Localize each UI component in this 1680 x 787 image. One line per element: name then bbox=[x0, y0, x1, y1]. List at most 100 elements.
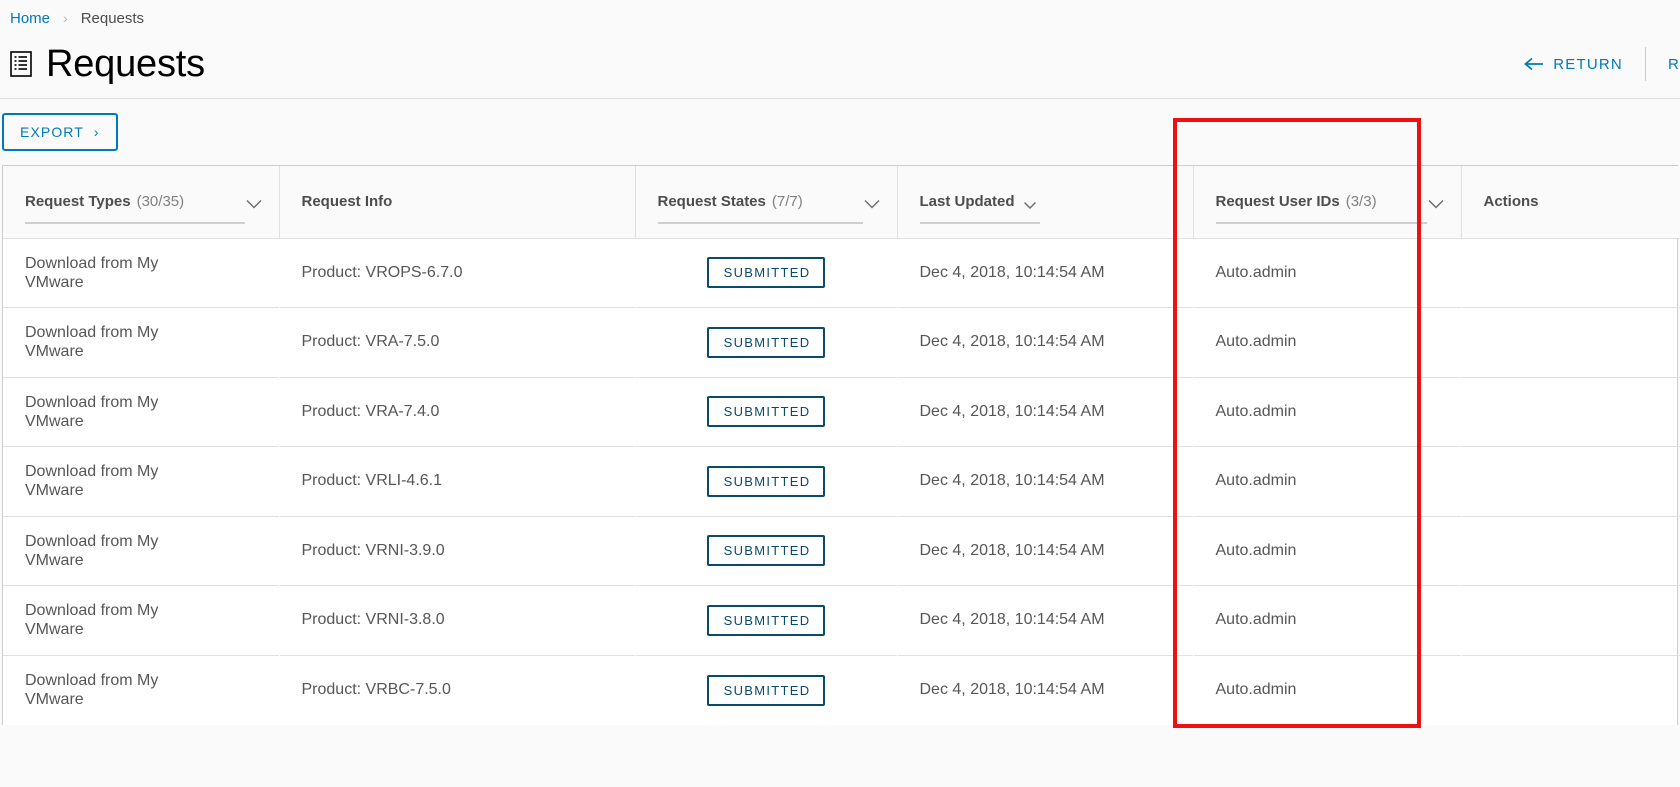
chevron-down-icon[interactable] bbox=[245, 196, 263, 209]
column-count: (7/7) bbox=[771, 193, 803, 211]
cell-last-updated: Dec 4, 2018, 10:14:54 AM bbox=[919, 402, 1105, 420]
cell-actions[interactable] bbox=[1461, 447, 1680, 517]
cell-request-type: Download from My VMware bbox=[3, 238, 279, 308]
table-row[interactable]: Download from My VMware Product: VRNI-3.9… bbox=[3, 516, 1680, 586]
arrow-left-icon bbox=[1524, 57, 1544, 71]
table-row[interactable]: Download from My VMware Product: VRA-7.4.… bbox=[3, 377, 1680, 447]
status-badge: SUBMITTED bbox=[706, 604, 826, 636]
cell-request-info: Product: VRA-7.5.0 bbox=[301, 333, 440, 351]
cell-request-type: Download from My VMware bbox=[3, 377, 279, 447]
cell-actions[interactable] bbox=[1461, 586, 1680, 656]
status-badge: SUBMITTED bbox=[706, 257, 826, 289]
status-badge: SUBMITTED bbox=[706, 326, 826, 358]
request-type-text: Download from My VMware bbox=[25, 324, 159, 361]
cell-actions[interactable] bbox=[1461, 238, 1680, 308]
cell-request-user-id: Auto.admin bbox=[1215, 472, 1297, 490]
column-label: Request States bbox=[657, 193, 766, 211]
cell-request-info: Product: VRNI-3.8.0 bbox=[301, 611, 445, 629]
cell-request-state: SUBMITTED bbox=[635, 377, 897, 447]
export-button-label: EXPORT bbox=[20, 124, 84, 140]
secondary-action-button[interactable]: R bbox=[1646, 56, 1680, 73]
status-badge: SUBMITTED bbox=[706, 396, 826, 428]
column-filter-underline bbox=[657, 221, 863, 224]
page-title: Requests bbox=[46, 43, 205, 85]
column-filter-underline bbox=[25, 221, 245, 224]
cell-actions[interactable] bbox=[1461, 655, 1680, 725]
request-type-text: Download from My VMware bbox=[25, 602, 159, 639]
table-row[interactable]: Download from My VMware Product: VROPS-6.… bbox=[3, 238, 1680, 308]
export-button[interactable]: EXPORT › bbox=[2, 113, 118, 151]
cell-actions[interactable] bbox=[1461, 516, 1680, 586]
column-label: Request User IDs bbox=[1215, 193, 1340, 211]
table-row[interactable]: Download from My VMware Product: VRA-7.5.… bbox=[3, 307, 1680, 378]
column-header-request-states[interactable]: Request States (7/7) bbox=[635, 166, 898, 238]
cell-request-info: Product: VRBC-7.5.0 bbox=[301, 681, 451, 698]
column-header-last-updated[interactable]: Last Updated bbox=[897, 166, 1194, 238]
cell-last-updated: Dec 4, 2018, 10:14:54 AM bbox=[919, 333, 1105, 351]
cell-request-info: Product: VROPS-6.7.0 bbox=[301, 263, 463, 281]
column-label: Request Types bbox=[25, 193, 131, 211]
chevron-down-icon[interactable] bbox=[863, 196, 881, 209]
request-type-text: Download from My VMware bbox=[25, 532, 159, 569]
cell-request-state: SUBMITTED bbox=[635, 447, 897, 517]
cell-last-updated: Dec 4, 2018, 10:14:54 AM bbox=[919, 611, 1105, 629]
breadcrumb: Home › Requests bbox=[0, 0, 1680, 30]
column-header-request-info: Request Info bbox=[279, 166, 636, 238]
column-header-request-types[interactable]: Request Types (30/35) bbox=[3, 166, 280, 238]
cell-last-updated: Dec 4, 2018, 10:14:54 AM bbox=[919, 681, 1105, 698]
column-header-request-user-ids[interactable]: Request User IDs (3/3) bbox=[1193, 166, 1462, 238]
request-type-text: Download from My VMware bbox=[25, 463, 159, 500]
cell-request-state: SUBMITTED bbox=[635, 655, 897, 725]
column-label: Request Info bbox=[301, 193, 393, 211]
chevron-down-icon[interactable] bbox=[1427, 196, 1445, 209]
cell-actions[interactable] bbox=[1461, 377, 1680, 447]
table-row[interactable]: Download from My VMware Product: VRBC-7.5… bbox=[3, 655, 1680, 725]
cell-request-state: SUBMITTED bbox=[635, 308, 897, 378]
cell-request-info: Product: VRA-7.4.0 bbox=[301, 402, 440, 420]
cell-request-state: SUBMITTED bbox=[635, 586, 897, 656]
chevron-down-icon[interactable] bbox=[1023, 197, 1037, 210]
breadcrumb-separator-icon: › bbox=[63, 10, 68, 26]
cell-request-type: Download from My VMware bbox=[3, 516, 279, 586]
column-count: (3/3) bbox=[1345, 193, 1377, 211]
status-badge: SUBMITTED bbox=[706, 535, 826, 567]
table-body: Download from My VMware Product: VROPS-6.… bbox=[3, 238, 1680, 725]
column-label: Last Updated bbox=[919, 193, 1015, 211]
request-type-text: Download from My VMware bbox=[25, 671, 159, 708]
header-actions: RETURN R bbox=[1502, 30, 1680, 98]
table-row[interactable]: Download from My VMware Product: VRNI-3.8… bbox=[3, 585, 1680, 656]
cell-request-info: Product: VRLI-4.6.1 bbox=[301, 472, 443, 490]
table-header-row: Request Types (30/35) Request Info Reque… bbox=[3, 166, 1680, 238]
table-header: Request Types (30/35) Request Info Reque… bbox=[3, 166, 1680, 238]
cell-request-type: Download from My VMware bbox=[3, 447, 279, 517]
return-button-label: RETURN bbox=[1553, 55, 1623, 73]
breadcrumb-home-link[interactable]: Home bbox=[10, 10, 50, 27]
requests-table-container: Request Types (30/35) Request Info Reque… bbox=[2, 118, 1680, 728]
column-label: Actions bbox=[1483, 193, 1539, 211]
column-filter-underline bbox=[919, 221, 1040, 224]
cell-request-user-id: Auto.admin bbox=[1215, 681, 1297, 698]
requests-table: Request Types (30/35) Request Info Reque… bbox=[3, 166, 1680, 725]
return-button[interactable]: RETURN bbox=[1502, 56, 1645, 73]
chevron-right-icon: › bbox=[93, 124, 100, 140]
request-type-text: Download from My VMware bbox=[25, 254, 159, 291]
cell-request-type: Download from My VMware bbox=[3, 586, 279, 656]
toolbar: EXPORT › bbox=[0, 99, 1680, 165]
table-row[interactable]: Download from My VMware Product: VRLI-4.6… bbox=[3, 446, 1680, 517]
breadcrumb-current: Requests bbox=[80, 9, 145, 27]
status-badge: SUBMITTED bbox=[706, 674, 826, 706]
cell-last-updated: Dec 4, 2018, 10:14:54 AM bbox=[919, 541, 1105, 559]
column-header-actions: Actions bbox=[1461, 166, 1680, 238]
cell-request-type: Download from My VMware bbox=[3, 308, 279, 378]
cell-request-user-id: Auto.admin bbox=[1215, 402, 1297, 420]
list-document-icon bbox=[10, 51, 32, 77]
cell-last-updated: Dec 4, 2018, 10:14:54 AM bbox=[919, 263, 1105, 281]
cell-actions[interactable] bbox=[1461, 308, 1680, 378]
cell-last-updated: Dec 4, 2018, 10:14:54 AM bbox=[919, 472, 1105, 490]
cell-request-user-id: Auto.admin bbox=[1215, 541, 1297, 559]
cell-request-state: SUBMITTED bbox=[635, 516, 897, 586]
cell-request-type: Download from My VMware bbox=[3, 655, 279, 725]
status-badge: SUBMITTED bbox=[706, 465, 826, 497]
cell-request-user-id: Auto.admin bbox=[1215, 333, 1297, 351]
cell-request-info: Product: VRNI-3.9.0 bbox=[301, 541, 445, 559]
